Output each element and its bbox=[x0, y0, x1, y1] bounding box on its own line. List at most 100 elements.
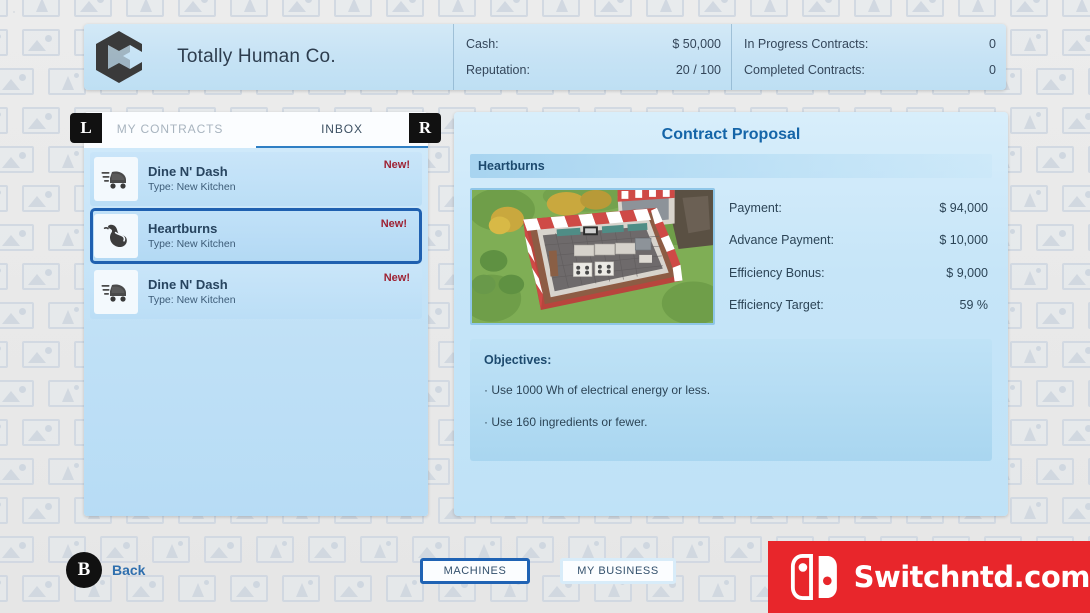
wallpaper-tile-icon bbox=[594, 0, 632, 17]
wallpaper-tile-icon bbox=[386, 575, 424, 602]
wallpaper-tile-icon bbox=[48, 458, 86, 485]
figure-payment: Payment: $ 94,000 bbox=[729, 201, 992, 215]
wallpaper-tile-icon bbox=[48, 380, 86, 407]
new-badge: New! bbox=[380, 218, 407, 230]
wallpaper-tile-icon bbox=[0, 458, 34, 485]
list-item[interactable]: Dine N' Dash Type: New Kitchen New! bbox=[90, 265, 422, 319]
figure-efficiency-bonus-label: Efficiency Bonus: bbox=[729, 265, 825, 280]
objective-item: · Use 1000 Wh of electrical energy or le… bbox=[484, 383, 711, 397]
wallpaper-tile-icon bbox=[22, 263, 60, 290]
wallpaper-tile-icon bbox=[256, 536, 294, 563]
wallpaper-tile-icon bbox=[438, 0, 476, 17]
back-button[interactable]: B Back bbox=[66, 552, 145, 588]
contracts-panel: MY CONTRACTS INBOX Dine N' Dash Type: Ne… bbox=[84, 112, 428, 516]
wallpaper-tile-icon bbox=[230, 0, 268, 17]
wallpaper-tile-icon bbox=[0, 107, 8, 134]
wallpaper-tile-icon bbox=[0, 419, 8, 446]
wallpaper-tile-icon bbox=[22, 575, 60, 602]
wallpaper-tile-icon bbox=[48, 146, 86, 173]
wallpaper-tile-icon bbox=[646, 0, 684, 17]
figure-efficiency-bonus: Efficiency Bonus: $ 9,000 bbox=[729, 266, 992, 280]
wallpaper-tile-icon bbox=[1062, 497, 1090, 524]
wallpaper-tile-icon bbox=[854, 0, 892, 17]
page-title: Contract Proposal bbox=[661, 126, 801, 143]
wallpaper-tile-icon bbox=[0, 29, 8, 56]
figure-advance-payment-value: $ 10,000 bbox=[939, 233, 988, 248]
new-badge: New! bbox=[383, 159, 410, 171]
wallpaper-tile-icon bbox=[1010, 419, 1048, 446]
figure-payment-label: Payment: bbox=[729, 201, 782, 216]
wallpaper-tile-icon bbox=[672, 536, 710, 563]
wallpaper-tile-icon bbox=[542, 0, 580, 17]
wallpaper-tile-icon bbox=[958, 0, 996, 17]
food-cart-icon bbox=[94, 270, 138, 314]
wallpaper-tile-icon bbox=[1010, 497, 1048, 524]
figure-advance-payment-label: Advance Payment: bbox=[729, 233, 834, 248]
wallpaper-tile-icon bbox=[1036, 146, 1074, 173]
wallpaper-tile-icon bbox=[906, 0, 944, 17]
wallpaper-tile-icon bbox=[698, 575, 736, 602]
wallpaper-tile-icon bbox=[1062, 0, 1090, 17]
wallpaper-tile-icon bbox=[0, 185, 8, 212]
stat-reputation-value: 20 / 100 bbox=[675, 63, 721, 77]
my-business-button[interactable]: MY BUSINESS bbox=[560, 558, 676, 584]
wallpaper-tile-icon bbox=[282, 575, 320, 602]
figure-payment-value: $ 94,000 bbox=[939, 201, 988, 216]
wallpaper-tile-icon bbox=[48, 68, 86, 95]
wallpaper-tile-icon bbox=[22, 341, 60, 368]
wallpaper-tile-icon bbox=[230, 575, 268, 602]
shoulder-button-r[interactable]: R bbox=[409, 113, 441, 143]
nintendo-switch-logo-icon bbox=[790, 554, 837, 600]
objectives-title: Objectives: bbox=[484, 353, 552, 367]
list-item-subtitle: Type: New Kitchen bbox=[148, 180, 236, 193]
wallpaper-tile-icon bbox=[698, 0, 736, 17]
wallpaper-tile-icon bbox=[22, 29, 60, 56]
wallpaper-tile-icon bbox=[1036, 302, 1074, 329]
list-item-title: Dine N' Dash bbox=[148, 163, 228, 179]
wallpaper-tile-icon bbox=[22, 419, 60, 446]
tab-my-contracts[interactable]: MY CONTRACTS bbox=[84, 112, 256, 148]
company-brand: Totally Human Co. bbox=[84, 24, 454, 90]
wallpaper-tile-icon bbox=[0, 0, 8, 17]
company-header-bar: Totally Human Co. Cash: $ 50,000 Reputat… bbox=[84, 24, 1006, 90]
wallpaper-tile-icon bbox=[48, 302, 86, 329]
stat-in-progress-value: 0 bbox=[989, 37, 996, 51]
contract-figures: Payment: $ 94,000 Advance Payment: $ 10,… bbox=[715, 188, 992, 325]
figure-efficiency-bonus-value: $ 9,000 bbox=[946, 265, 988, 280]
wallpaper-tile-icon bbox=[1010, 107, 1048, 134]
contracts-tabs: MY CONTRACTS INBOX bbox=[84, 112, 428, 148]
wallpaper-tile-icon bbox=[22, 185, 60, 212]
wallpaper-tile-icon bbox=[178, 0, 216, 17]
contract-details-row: Payment: $ 94,000 Advance Payment: $ 10,… bbox=[470, 188, 992, 325]
stat-cash-value: $ 50,000 bbox=[672, 37, 721, 51]
wallpaper-tile-icon bbox=[1062, 263, 1090, 290]
wallpaper-tile-icon bbox=[750, 0, 788, 17]
list-item-title: Dine N' Dash bbox=[148, 276, 228, 292]
stat-completed-value: 0 bbox=[989, 63, 996, 77]
wallpaper-tile-icon bbox=[22, 497, 60, 524]
contract-proposal-panel: Contract Proposal Heartburns Payment: $ … bbox=[454, 112, 1008, 516]
list-item[interactable]: Heartburns Type: New Kitchen New! bbox=[90, 208, 422, 264]
wallpaper-tile-icon bbox=[802, 0, 840, 17]
objective-item: · Use 160 ingredients or fewer. bbox=[484, 415, 648, 429]
wallpaper-tile-icon bbox=[0, 380, 34, 407]
machines-button[interactable]: MACHINES bbox=[420, 558, 530, 584]
wallpaper-tile-icon bbox=[1062, 29, 1090, 56]
stomach-icon bbox=[94, 214, 138, 258]
wallpaper-tile-icon bbox=[152, 536, 190, 563]
wallpaper-tile-icon bbox=[126, 0, 164, 17]
wallpaper-tile-icon bbox=[22, 107, 60, 134]
new-badge: New! bbox=[383, 272, 410, 284]
stat-reputation-label: Reputation: bbox=[466, 63, 530, 77]
list-item-title: Heartburns bbox=[148, 220, 218, 236]
stat-cash: Cash: $ 50,000 bbox=[466, 31, 721, 57]
figure-efficiency-target-value: 59 % bbox=[959, 297, 989, 312]
tab-inbox[interactable]: INBOX bbox=[256, 112, 428, 148]
shoulder-button-l[interactable]: L bbox=[70, 113, 102, 143]
wallpaper-tile-icon bbox=[0, 302, 34, 329]
wallpaper-tile-icon bbox=[1036, 380, 1074, 407]
button-b-icon: B bbox=[66, 552, 102, 588]
list-item[interactable]: Dine N' Dash Type: New Kitchen New! bbox=[90, 152, 422, 206]
wallpaper-tile-icon bbox=[1036, 68, 1074, 95]
wallpaper-tile-icon bbox=[1010, 29, 1048, 56]
